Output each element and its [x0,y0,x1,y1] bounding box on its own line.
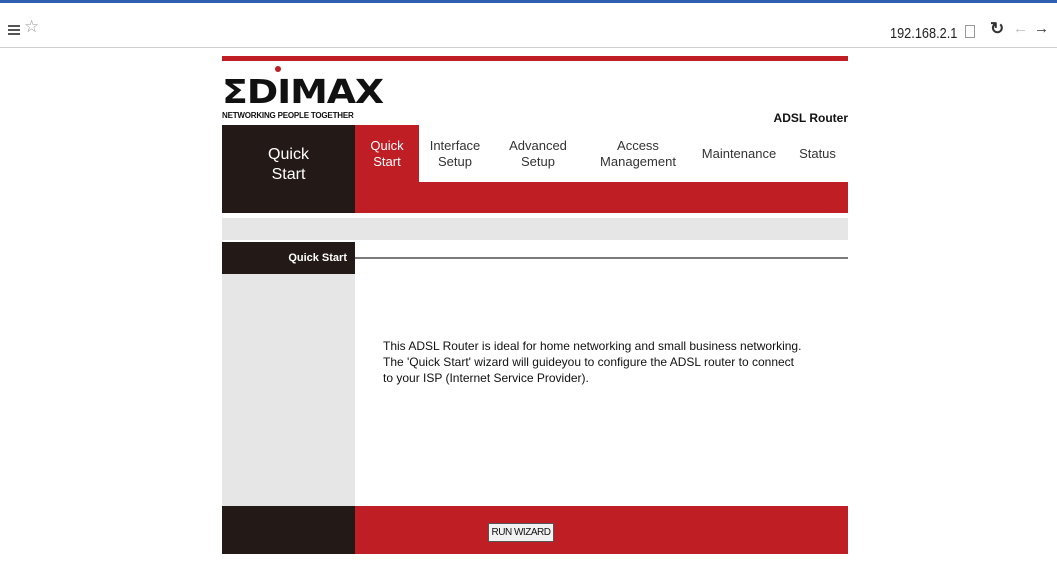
tab-advanced-setup[interactable]: Advanced Setup [491,125,585,182]
main-navigation: Quick Start Quick Start Interface Setup Ad… [222,125,848,213]
menu-icon[interactable] [8,25,20,35]
subnav-red-bar [355,182,848,213]
gray-divider-band [222,218,848,240]
tab-label-line2: Setup [438,153,472,169]
product-name: ADSL Router [773,111,848,125]
tab-quick-start[interactable]: Quick Start [355,125,419,182]
tab-label-line2: Start [373,153,401,169]
footer-left-block [222,506,355,554]
section-divider-line [355,257,848,259]
star-icon[interactable]: ☆ [24,17,39,37]
address-bar-url[interactable]: 192.168.2.1 [890,25,957,42]
tab-access-management[interactable]: Access Management [585,125,691,182]
tab-label-line1: Maintenance [701,145,777,161]
tab-interface-setup[interactable]: Interface Setup [419,125,491,182]
tab-label-line1: Advanced [509,137,567,153]
tab-label-line2: Setup [521,153,555,169]
forward-arrow-icon[interactable]: → [1034,20,1049,37]
tab-label-line1: Quick [370,137,404,153]
router-admin-page: ΣDIMAX NETWORKING PEOPLE TOGETHER ADSL R… [222,56,848,554]
current-section-label: Quick Start [222,125,355,213]
nav-tabs-area: Quick Start Interface Setup Advanced Setup … [355,125,848,213]
reload-icon[interactable]: ↻ [990,19,1004,39]
current-section-line2: Start [271,166,306,183]
current-section-line1: Quick [268,146,309,163]
header: ΣDIMAX NETWORKING PEOPLE TOGETHER ADSL R… [222,61,848,125]
quick-start-description: This ADSL Router is ideal for home netwo… [383,339,802,385]
page-icon [965,25,975,38]
browser-toolbar: ☆ 192.168.2.1 ↻ ← → [0,0,1057,48]
back-arrow-icon[interactable]: ← [1013,20,1028,37]
tab-maintenance[interactable]: Maintenance [691,125,787,182]
tab-label-line1: Interface [429,137,481,153]
edimax-logo: ΣDIMAX [222,72,384,111]
run-wizard-button[interactable]: RUN WIZARD [488,523,554,542]
logo-tagline: NETWORKING PEOPLE TOGETHER [222,111,354,120]
footer-red-bar [355,506,848,554]
tab-label-line2: Management [600,153,676,169]
tab-label-line1: Access [617,137,659,153]
section-title: Quick Start [222,242,355,274]
tab-label-line1: Status [799,145,836,161]
nav-tabs: Quick Start Interface Setup Advanced Setup … [355,125,848,182]
left-gray-column [222,274,355,506]
tab-status[interactable]: Status [787,125,848,182]
